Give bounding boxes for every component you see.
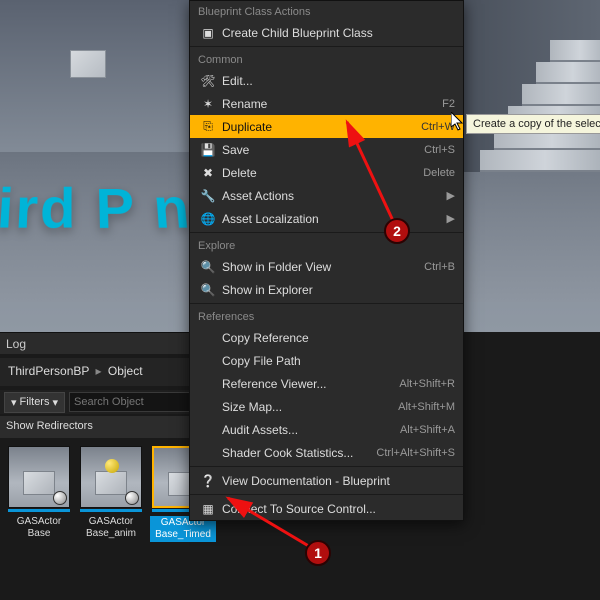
annotation-bubble: 1 — [305, 540, 331, 566]
mouse-cursor-icon — [451, 112, 465, 132]
tooltip: Create a copy of the select — [466, 114, 600, 134]
annotation-bubble: 2 — [384, 218, 410, 244]
annotation-arrow — [0, 0, 600, 600]
